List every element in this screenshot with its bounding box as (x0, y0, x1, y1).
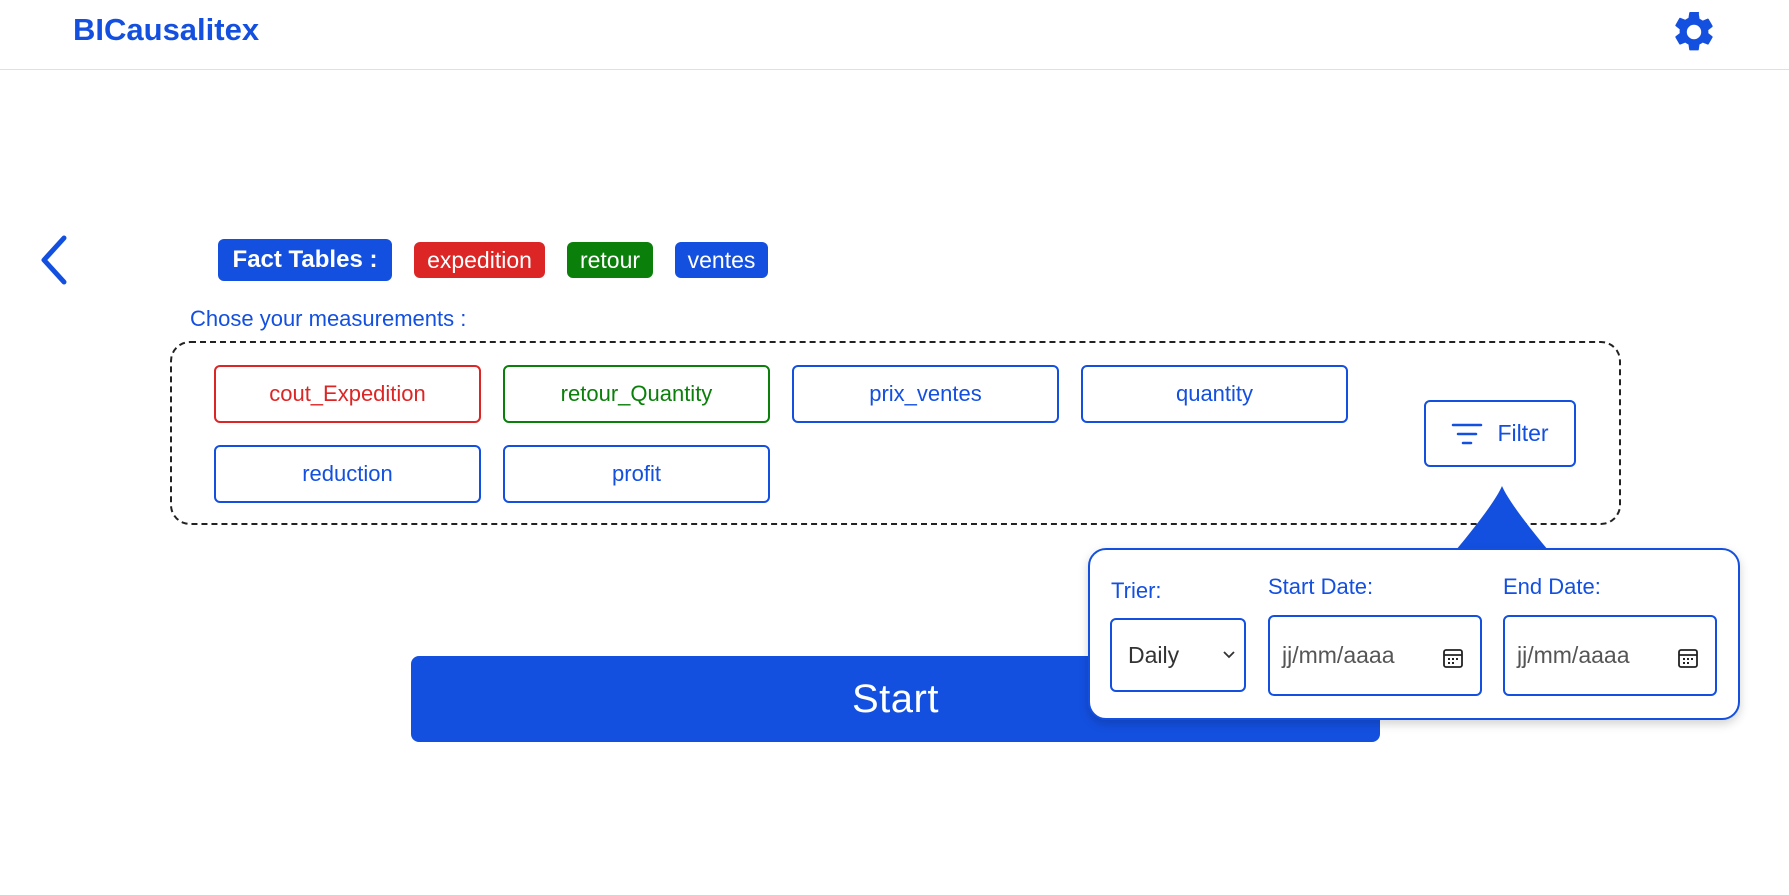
end-date-placeholder: jj/mm/aaaa (1517, 642, 1630, 668)
page: BICausalitex Fact Tables : expedition re… (0, 0, 1789, 895)
end-date-input[interactable]: jj/mm/aaaa (1503, 615, 1717, 696)
filter-icon (1452, 423, 1483, 444)
chevron-left-icon[interactable] (36, 234, 74, 286)
measurement-button-reduction[interactable]: reduction (214, 445, 481, 503)
gear-icon[interactable] (1670, 8, 1718, 56)
app-header: BICausalitex (0, 0, 1789, 70)
brand-logo[interactable]: BICausalitex (73, 12, 259, 48)
filter-button-label: Filter (1497, 420, 1549, 446)
end-date-label: End Date: (1503, 574, 1601, 599)
sort-select-value: Daily (1128, 641, 1180, 668)
measurement-button-prix-ventes[interactable]: prix_ventes (792, 365, 1059, 423)
fact-table-chip-retour[interactable]: retour (567, 242, 653, 278)
measurement-button-cout-expedition[interactable]: cout_Expedition (214, 365, 481, 423)
measurements-prompt: Chose your measurements : (190, 306, 467, 331)
start-date-placeholder: jj/mm/aaaa (1282, 642, 1395, 668)
filter-button[interactable]: Filter (1424, 400, 1576, 467)
fact-table-chip-ventes[interactable]: ventes (675, 242, 768, 278)
start-date-label: Start Date: (1268, 574, 1374, 599)
sort-select[interactable]: Daily (1110, 618, 1246, 692)
measurement-button-quantity[interactable]: quantity (1081, 365, 1348, 423)
calendar-icon[interactable] (1442, 647, 1464, 669)
fact-table-chip-expedition[interactable]: expedition (414, 242, 545, 278)
measurement-button-profit[interactable]: profit (503, 445, 770, 503)
popover-pointer (1456, 486, 1548, 550)
sort-label: Trier: (1111, 578, 1162, 603)
fact-tables-label: Fact Tables : (218, 239, 392, 281)
start-date-input[interactable]: jj/mm/aaaa (1268, 615, 1482, 696)
measurement-button-retour-quantity[interactable]: retour_Quantity (503, 365, 770, 423)
calendar-icon[interactable] (1677, 647, 1699, 669)
chevron-down-icon (1223, 651, 1235, 659)
